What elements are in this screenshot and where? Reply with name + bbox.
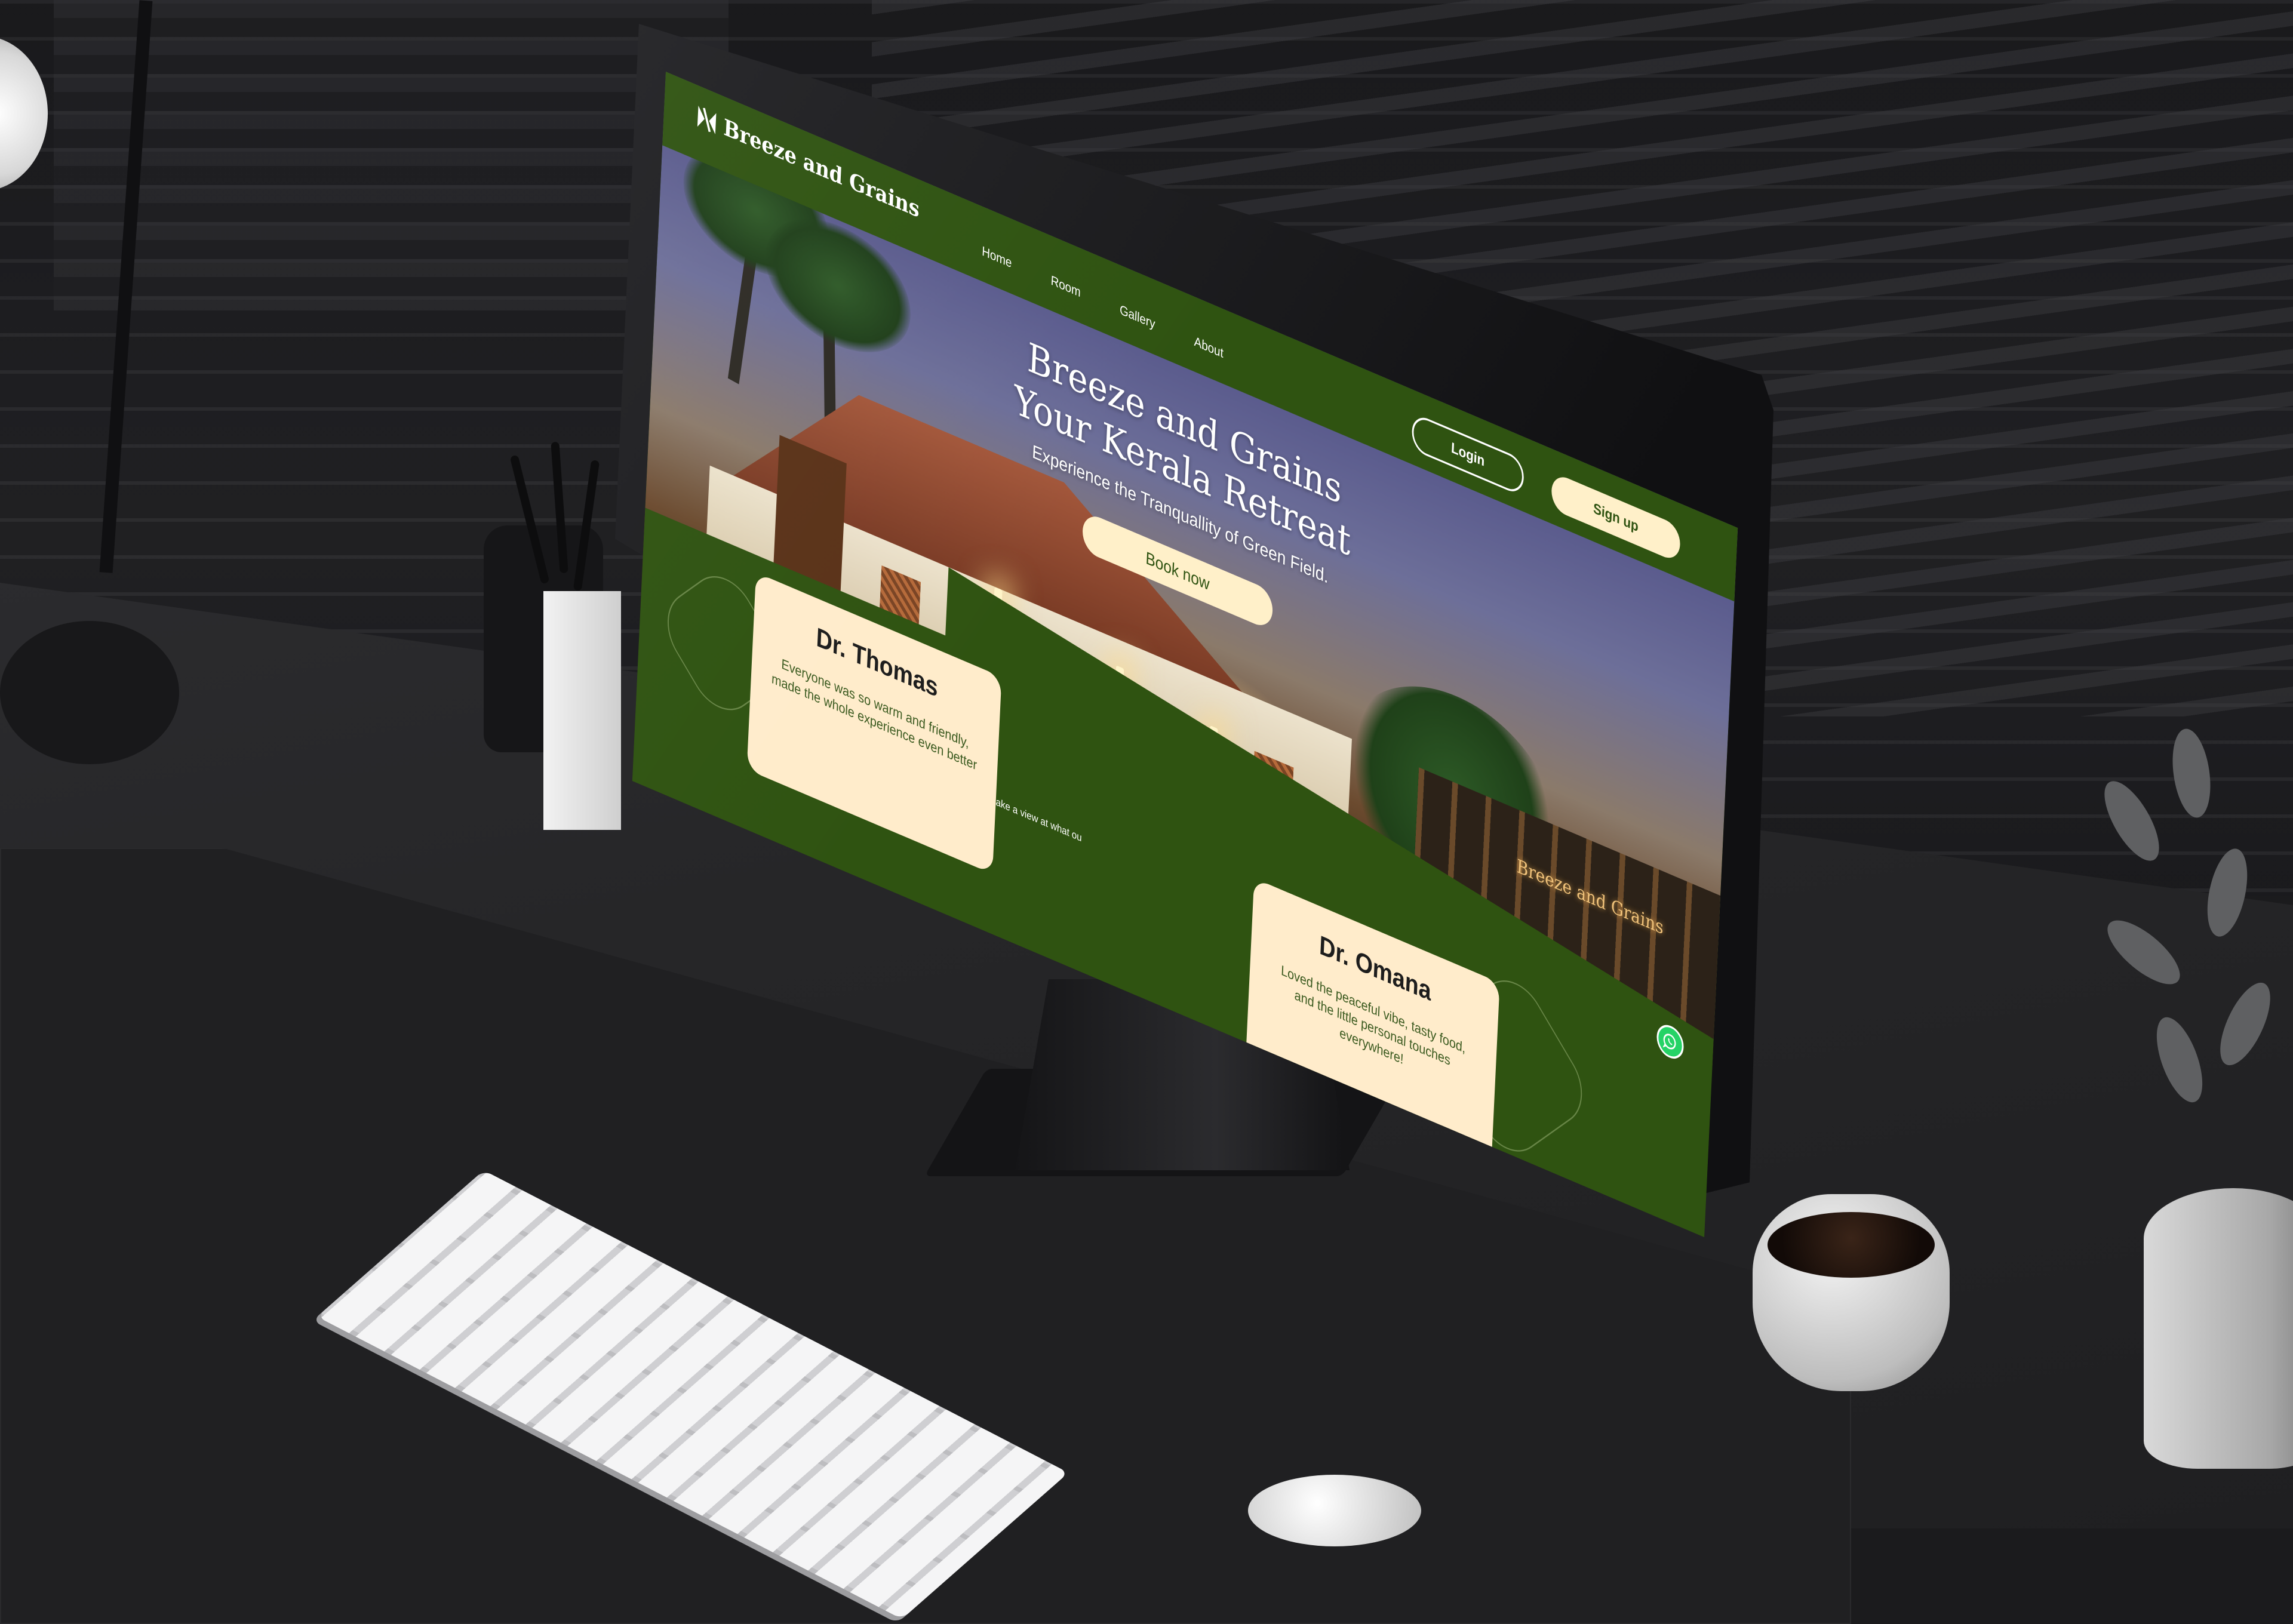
white-block	[543, 591, 621, 830]
nav-link-room[interactable]: Room	[1050, 273, 1081, 302]
nav-link-gallery[interactable]: Gallery	[1120, 303, 1155, 333]
mouse	[1248, 1475, 1421, 1546]
plant-pot	[2144, 1188, 2293, 1469]
lamp-base	[0, 621, 179, 764]
breeze-logo-icon	[695, 102, 718, 138]
nav-link-about[interactable]: About	[1194, 334, 1224, 362]
window-blinds-left	[54, 0, 729, 310]
coffee	[1768, 1212, 1935, 1278]
nav-link-home[interactable]: Home	[982, 244, 1012, 272]
